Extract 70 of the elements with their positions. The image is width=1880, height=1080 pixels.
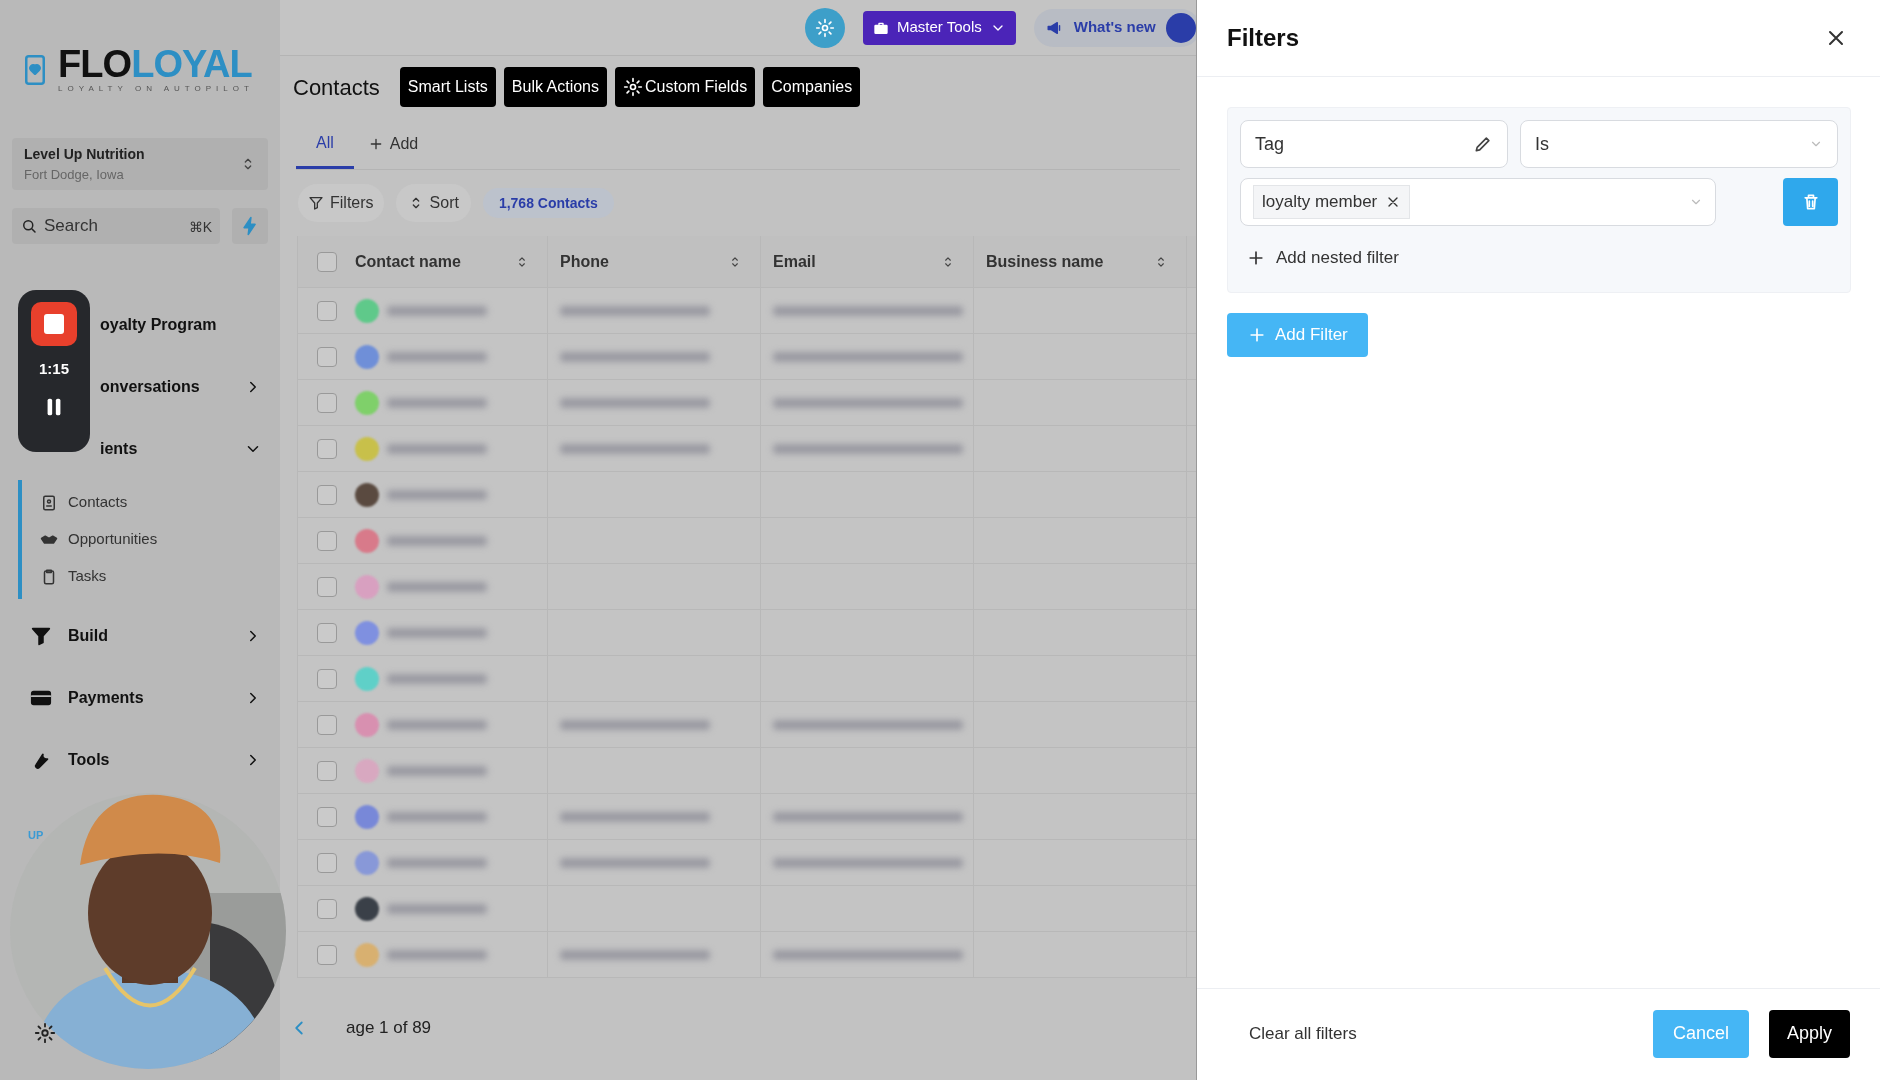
- logo-wordmark: LOYAL: [131, 45, 252, 83]
- nav-label: ients: [100, 439, 139, 459]
- checkbox[interactable]: [316, 806, 337, 827]
- checkbox[interactable]: [316, 484, 337, 505]
- checkbox[interactable]: [316, 944, 337, 965]
- checkbox[interactable]: [316, 668, 337, 689]
- shortcut-hint: ⌘K: [188, 218, 212, 237]
- count-badge: 1,768 Contacts: [482, 188, 614, 218]
- toolbar-button[interactable]: Companies: [763, 67, 861, 107]
- add-view-button[interactable]: Add: [357, 119, 429, 169]
- checkbox[interactable]: [316, 898, 337, 919]
- stop-icon: [44, 314, 64, 334]
- checkbox[interactable]: [316, 346, 337, 367]
- contact-card-icon: [40, 493, 58, 512]
- settings-button[interactable]: [805, 7, 845, 48]
- checkbox[interactable]: [316, 392, 337, 413]
- logo-wordmark: FLO: [58, 45, 132, 83]
- whats-new-button[interactable]: What's new: [1033, 8, 1196, 47]
- checkbox[interactable]: [316, 760, 337, 781]
- column-header[interactable]: Contact name: [355, 249, 461, 274]
- delete-filter-button[interactable]: [1783, 178, 1838, 226]
- column-header[interactable]: Phone: [560, 249, 609, 274]
- location-switcher[interactable]: Level Up Nutrition Fort Dodge, Iowa: [12, 138, 268, 190]
- checkbox[interactable]: [316, 714, 337, 735]
- funnel-icon: [30, 625, 52, 647]
- panel-title: Filters: [1227, 23, 1300, 53]
- checkbox[interactable]: [316, 438, 337, 459]
- field-value: Tag: [1255, 132, 1285, 156]
- checkbox[interactable]: [316, 622, 337, 643]
- toolbar-button[interactable]: Smart Lists: [399, 67, 496, 107]
- checkbox[interactable]: [316, 576, 337, 597]
- page-indicator: age 1 of 89: [346, 1017, 432, 1040]
- operator-select[interactable]: Is: [1520, 120, 1838, 168]
- toolbar-button[interactable]: Bulk Actions: [503, 67, 607, 107]
- filter-icon: [308, 195, 324, 211]
- add-nested-filter-button[interactable]: Add nested filter: [1240, 236, 1405, 280]
- toolbar-button[interactable]: Custom Fields: [615, 67, 756, 107]
- quick-action-button[interactable]: [232, 208, 268, 244]
- logo-tagline: LOYALTY ON AUTOPILOT: [58, 83, 254, 95]
- upgrade-text: UP: [28, 828, 45, 843]
- checkbox[interactable]: [316, 251, 337, 272]
- stop-recording-button[interactable]: [31, 302, 77, 346]
- page-title: Contacts: [293, 73, 380, 102]
- operator-value: Is: [1535, 132, 1550, 156]
- checkbox[interactable]: [316, 300, 337, 321]
- nav-label: Build: [68, 626, 109, 646]
- view-tab[interactable]: All: [296, 119, 354, 169]
- checkbox[interactable]: [316, 530, 337, 551]
- nav-label: oyalty Program: [100, 315, 218, 335]
- recording-time: 1:15: [39, 359, 69, 379]
- value-select[interactable]: loyalty member: [1240, 178, 1716, 226]
- master-tools-button[interactable]: Master Tools: [863, 10, 1016, 45]
- nav-subitem[interactable]: Opportunities: [68, 528, 158, 551]
- apply-button[interactable]: Apply: [1768, 1009, 1850, 1058]
- nav-subitem[interactable]: Tasks: [68, 565, 107, 588]
- clear-filters-link[interactable]: Clear all filters: [1227, 1020, 1357, 1047]
- sort-button[interactable]: Sort: [395, 184, 471, 222]
- tag-label: loyalty member: [1262, 191, 1378, 214]
- nav-label: Payments: [68, 688, 145, 708]
- nav-label: Tools: [68, 750, 111, 770]
- checkbox[interactable]: [316, 852, 337, 873]
- column-header[interactable]: Business name: [986, 249, 1104, 274]
- location-name: Level Up Nutrition: [24, 144, 146, 164]
- field-select[interactable]: Tag: [1240, 120, 1509, 168]
- location-place: Fort Dodge, Iowa: [24, 165, 125, 184]
- nav-label: onversations: [100, 377, 201, 397]
- column-header[interactable]: Email: [773, 249, 816, 274]
- search-icon: [20, 217, 38, 235]
- nav-subitem[interactable]: Contacts: [68, 491, 128, 514]
- filters-button[interactable]: Filters: [298, 184, 384, 222]
